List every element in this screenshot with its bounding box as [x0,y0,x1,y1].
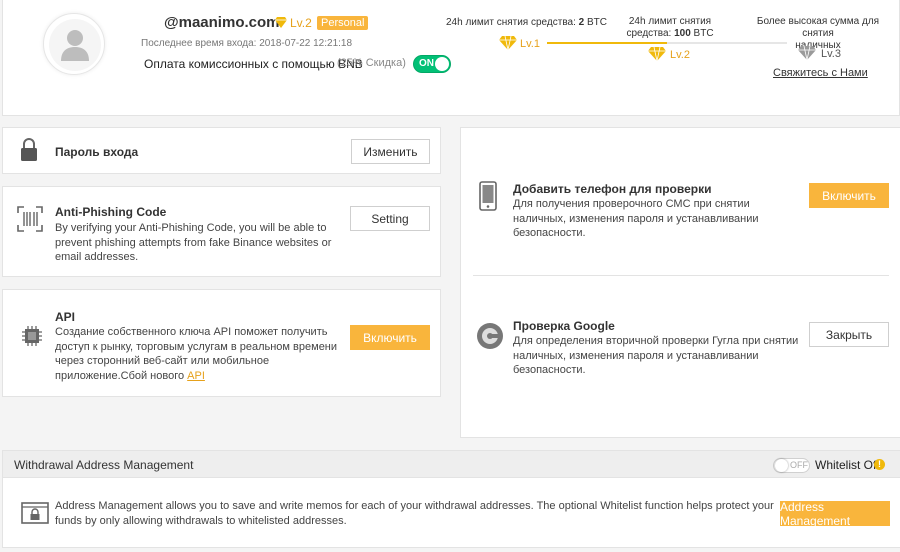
lv1-amount: 2 [578,17,585,28]
user-silhouette-icon [49,19,101,71]
account-type-badge: Personal [317,16,369,30]
google-authenticator-icon [476,322,504,353]
mobile-phone-icon [479,181,497,214]
lv2-amount: 100 [674,28,691,39]
chip-icon [21,325,43,350]
lv2-limit-label: 24h лимит снятия средства: 100 BTC [615,16,725,40]
change-password-button[interactable]: Изменить [351,139,430,164]
api-enable-button[interactable]: Включить [350,325,430,350]
anti-phishing-setting-button[interactable]: Setting [350,206,430,231]
level-progress-fill [547,42,667,44]
phone-desc-line1: Для получения проверочного СМС при сняти… [513,198,750,210]
address-management-button[interactable]: Address Management [780,500,890,528]
address-book-lock-icon [21,502,49,527]
contact-us-link[interactable]: Свяжитесь с Нами [773,67,868,79]
last-login-time: 2018-07-22 12:21:18 [259,38,353,49]
profile-card: @maanimo.com Lv.2 Personal Последнее вре… [2,0,900,116]
google-desc-line2: наличных, изменения пароля и устанавлива… [513,349,759,362]
lv3-diamond-icon [798,45,816,63]
anti-phishing-title: Anti-Phishing Code [55,205,167,219]
google-close-button[interactable]: Закрыть [809,322,889,347]
toggle-knob [435,57,449,71]
diamond-icon [275,17,287,31]
lv2-label-line1: 24h лимит снятия [628,16,712,27]
withdrawal-desc-line1: Address Management allows you to save an… [55,500,774,512]
lv1-name: Lv.1 [520,38,540,50]
lv1-label-prefix: 24h лимит снятия средства: [446,17,576,28]
lv2-label-line2: средства: 100 BTC [615,28,725,40]
whitelist-toggle[interactable]: OFF [773,458,810,473]
login-password-title: Пароль входа [55,145,139,159]
api-link[interactable]: API [187,370,205,382]
bnb-fee-toggle[interactable]: ON [413,55,451,73]
lock-icon [19,138,39,165]
lv3-limit-label: Более высокая сумма для снятия наличных [743,16,893,52]
anti-phishing-desc-line3: email addresses. [55,251,139,263]
google-desc: Для определения вторичной проверки Гугла… [513,334,803,378]
profile-email: @maanimo.com [164,14,280,31]
anti-phishing-desc: By verifying your Anti-Phishing Code, yo… [55,221,340,265]
avatar[interactable] [43,13,105,75]
google-desc-line1: Для определения вторичной проверки Гугла… [513,335,799,347]
anti-phishing-desc-line2: prevent phishing attempts from fake Bina… [55,236,332,249]
barcode-scan-icon [17,206,43,235]
withdrawal-desc: Address Management allows you to save an… [55,499,775,528]
api-desc-line4: приложение.Сбой нового API [55,369,345,384]
withdrawal-desc-line2: funds by only allowing withdrawals to wh… [55,514,347,527]
withdrawal-title: Withdrawal Address Management [14,458,194,472]
lv1-unit: BTC [586,17,607,28]
toggle-off-text: OFF [790,460,808,470]
lv1-diamond-icon [499,35,517,53]
lv2-diamond-icon [648,46,666,64]
api-desc-line2: доступ к рынку, торговым услугам в реаль… [55,340,338,353]
phone-enable-button[interactable]: Включить [809,183,889,208]
api-desc: Создание собственного ключа API поможет … [55,325,345,383]
phone-desc: Для получения проверочного СМС при сняти… [513,197,793,241]
right-security-card: Добавить телефон для проверки Для получе… [460,127,900,438]
anti-phishing-card: Anti-Phishing Code By verifying your Ant… [2,186,441,277]
api-card: API Создание собственного ключа API помо… [2,289,441,397]
bnb-fee-label: Оплата комиссионных с помощью BNB [144,57,363,71]
phone-title: Добавить телефон для проверки [513,182,712,196]
whitelist-label: Whitelist Off [815,458,880,472]
bnb-discount: (25% Скидка) [337,57,406,69]
last-login: Последнее время входа: 2018-07-22 12:21:… [141,38,352,49]
last-login-label: Последнее время входа: [141,38,257,49]
api-desc-line1: Создание собственного ключа API поможет … [55,326,328,338]
login-password-card: Пароль входа Изменить [2,127,441,174]
api-desc-line3: через сторонний веб-сайт или мобильное [55,355,270,367]
toggle-knob [775,459,788,472]
anti-phishing-desc-line1: By verifying your Anti-Phishing Code, yo… [55,222,327,234]
lv2-label-prefix: средства: [626,28,672,39]
info-icon[interactable]: ! [874,459,885,470]
lv3-name: Lv.3 [821,48,841,60]
lv2-unit: BTC [693,28,714,39]
api-desc-line4-text: приложение.Сбой нового [55,369,188,382]
google-desc-line3: безопасности. [513,364,586,376]
lv1-limit-label: 24h лимит снятия средства: 2 BTC [446,17,607,28]
toggle-on-text: ON [419,58,434,69]
api-title: API [55,310,76,324]
profile-level: Lv.2 [290,16,312,30]
google-title: Проверка Google [513,319,615,333]
lv3-label-line2: наличных [795,40,841,51]
phone-desc-line3: безопасности. [513,227,586,239]
withdrawal-header: Withdrawal Address Management OFF Whitel… [2,450,900,478]
lv3-label-line1: Более высокая сумма для снятия [756,16,880,39]
withdrawal-body: Address Management allows you to save an… [2,478,900,548]
lv2-name: Lv.2 [670,49,690,61]
section-divider [473,275,889,276]
phone-desc-line2: наличных, изменения пароля и устанавлива… [513,212,759,225]
